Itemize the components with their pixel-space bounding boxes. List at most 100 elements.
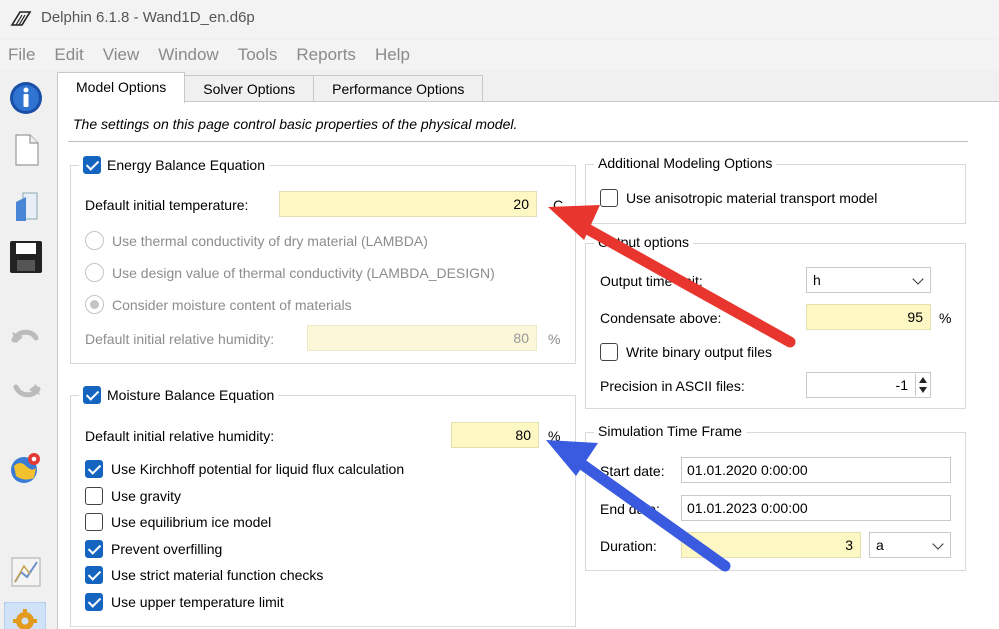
upper-temp-limit-label: Use upper temperature limit (111, 594, 284, 610)
ice-model-label: Use equilibrium ice model (111, 514, 272, 530)
moisture-rh-unit: % (548, 428, 561, 444)
tab-solver-options[interactable]: Solver Options (184, 75, 315, 103)
moisture-balance-title: Moisture Balance Equation (79, 386, 279, 404)
moisture-balance-group: Moisture Balance Equation Default initia… (70, 386, 576, 627)
menu-reports[interactable]: Reports (296, 45, 356, 65)
lambda-design-radio-label: Use design value of thermal conductivity… (112, 264, 495, 281)
condensate-label: Condensate above: (600, 310, 722, 326)
end-date-label: End date: (600, 501, 660, 517)
moisture-rh-field[interactable]: 80 (451, 422, 539, 448)
tab-model-options[interactable]: Model Options (57, 72, 186, 103)
save-icon[interactable] (8, 239, 44, 275)
duration-unit-select[interactable]: a (869, 532, 951, 558)
option-anisotropic[interactable]: Use anisotropic material transport model (600, 189, 877, 207)
prevent-overfilling-checkbox[interactable] (85, 540, 103, 558)
time-frame-title: Simulation Time Frame (594, 423, 746, 439)
radio-row-moisture-content[interactable]: Consider moisture content of materials (85, 295, 352, 314)
delphin-logo-icon (10, 11, 32, 26)
start-date-input[interactable]: 01.01.2020 0:00:00 (681, 457, 951, 483)
binary-output-checkbox[interactable] (600, 343, 618, 361)
output-options-group: Output options Output time unit: h Conde… (585, 234, 966, 409)
option-ice-model[interactable]: Use equilibrium ice model (85, 513, 271, 531)
condensate-unit: % (939, 310, 952, 326)
moisture-rh-label: Default initial relative humidity: (85, 428, 275, 444)
page-intro: The settings on this page control basic … (73, 116, 518, 132)
option-strict-checks[interactable]: Use strict material function checks (85, 566, 323, 584)
strict-checks-checkbox[interactable] (85, 566, 103, 584)
ice-model-checkbox[interactable] (85, 513, 103, 531)
anisotropic-checkbox[interactable] (600, 189, 618, 207)
option-upper-temp-limit[interactable]: Use upper temperature limit (85, 593, 284, 611)
energy-rh-field: 80 (307, 325, 537, 351)
tab-bar: Model Options Solver Options Performance… (57, 72, 484, 103)
lambda-design-radio[interactable] (85, 263, 104, 282)
settings-gear-icon[interactable] (4, 602, 46, 629)
option-binary-output[interactable]: Write binary output files (600, 343, 772, 361)
radio-row-lambda-design[interactable]: Use design value of thermal conductivity… (85, 263, 495, 282)
globe-location-icon[interactable] (8, 450, 44, 486)
title-bar: Delphin 6.1.8 - Wand1D_en.d6p (0, 0, 999, 38)
main-panel: Model Options Solver Options Performance… (52, 70, 999, 629)
condensate-field[interactable]: 95 (806, 304, 931, 330)
option-prevent-overfilling[interactable]: Prevent overfilling (85, 540, 222, 558)
additional-options-group: Additional Modeling Options Use anisotro… (585, 155, 966, 224)
energy-balance-checkbox[interactable] (83, 156, 101, 174)
divider (68, 141, 968, 142)
lambda-radio-label: Use thermal conductivity of dry material… (112, 232, 428, 249)
open-file-icon[interactable] (8, 188, 44, 224)
spin-arrows-icon[interactable] (915, 374, 929, 396)
lambda-radio[interactable] (85, 231, 104, 250)
menu-tools[interactable]: Tools (238, 45, 278, 65)
strict-checks-label: Use strict material function checks (111, 567, 324, 583)
menu-bar: File Edit View Window Tools Reports Help (0, 40, 999, 70)
energy-balance-title: Energy Balance Equation (79, 156, 269, 174)
moisture-content-radio-label: Consider moisture content of materials (112, 296, 352, 313)
moisture-content-radio[interactable] (85, 295, 104, 314)
gravity-checkbox[interactable] (85, 487, 103, 505)
precision-value: -1 (895, 377, 908, 393)
prevent-overfilling-label: Prevent overfilling (111, 541, 223, 557)
menu-file[interactable]: File (8, 45, 35, 65)
precision-label: Precision in ASCII files: (600, 378, 745, 394)
moisture-balance-checkbox[interactable] (83, 386, 101, 404)
model-options-page: The settings on this page control basic … (57, 101, 999, 629)
new-file-icon[interactable] (8, 132, 44, 168)
output-time-unit-value: h (813, 272, 821, 288)
upper-temp-limit-checkbox[interactable] (85, 593, 103, 611)
default-temperature-field[interactable]: 20 (279, 191, 537, 217)
chevron-down-icon (932, 538, 944, 550)
info-icon[interactable] (8, 80, 44, 116)
start-date-label: Start date: (600, 463, 665, 479)
window-title: Delphin 6.1.8 - Wand1D_en.d6p (41, 9, 255, 26)
tab-performance-options[interactable]: Performance Options (313, 75, 484, 103)
menu-edit[interactable]: Edit (54, 45, 83, 65)
precision-spinbox[interactable]: -1 (806, 372, 931, 398)
output-time-unit-select[interactable]: h (806, 267, 931, 293)
energy-rh-unit: % (548, 331, 561, 347)
anisotropic-label: Use anisotropic material transport model (626, 190, 878, 206)
menu-window[interactable]: Window (158, 45, 218, 65)
option-gravity[interactable]: Use gravity (85, 487, 181, 505)
end-date-input[interactable]: 01.01.2023 0:00:00 (681, 495, 951, 521)
moisture-balance-label: Moisture Balance Equation (107, 387, 275, 403)
radio-row-lambda[interactable]: Use thermal conductivity of dry material… (85, 231, 428, 250)
additional-options-title: Additional Modeling Options (594, 155, 777, 171)
menu-help[interactable]: Help (375, 45, 410, 65)
gravity-label: Use gravity (111, 488, 182, 504)
chevron-down-icon (912, 273, 924, 285)
kirchhoff-checkbox[interactable] (85, 460, 103, 478)
duration-unit-value: a (876, 537, 884, 553)
undo-icon[interactable] (8, 318, 44, 354)
option-kirchhoff[interactable]: Use Kirchhoff potential for liquid flux … (85, 460, 404, 478)
energy-rh-label: Default initial relative humidity: (85, 331, 275, 347)
kirchhoff-label: Use Kirchhoff potential for liquid flux … (111, 461, 405, 477)
menu-view[interactable]: View (103, 45, 140, 65)
temperature-unit: C (553, 197, 564, 213)
redo-icon[interactable] (8, 373, 44, 409)
duration-label: Duration: (600, 538, 657, 554)
duration-field[interactable]: 3 (681, 532, 861, 558)
energy-balance-group: Energy Balance Equation Default initial … (70, 156, 576, 364)
output-time-unit-label: Output time unit: (600, 273, 703, 289)
energy-temp-label: Default initial temperature: (85, 197, 249, 213)
chart-icon[interactable] (8, 554, 44, 590)
